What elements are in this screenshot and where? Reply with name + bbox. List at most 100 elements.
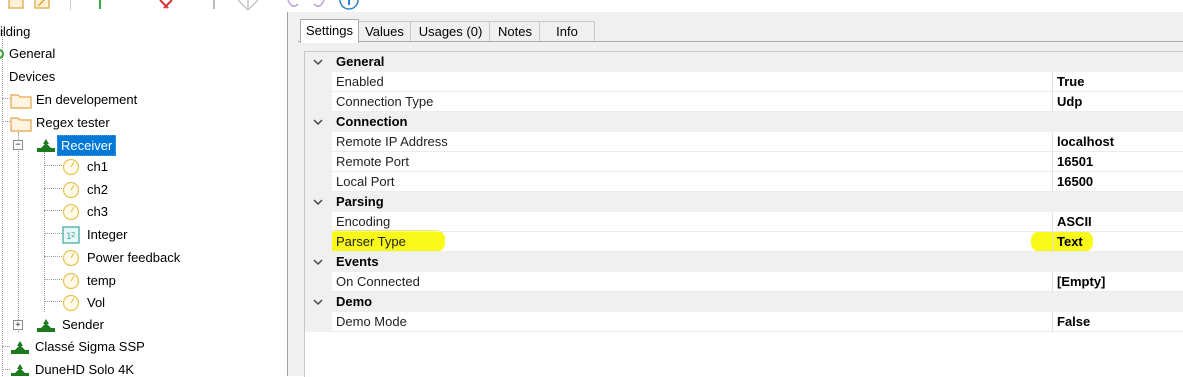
tree-item-power-feedback[interactable]: Power feedback xyxy=(0,248,220,268)
device-tree[interactable]: ilding General Devices En developement R… xyxy=(0,12,287,376)
column-divider xyxy=(1052,212,1053,232)
svg-text:2: 2 xyxy=(71,231,75,239)
redo-icon[interactable] xyxy=(312,0,328,10)
tree-item-vol[interactable]: Vol xyxy=(0,293,200,313)
property-name: Enabled xyxy=(336,74,384,89)
column-divider xyxy=(1052,172,1053,192)
tree-item-label: Vol xyxy=(87,295,106,310)
tree-item-label: ch2 xyxy=(87,182,108,197)
property-value[interactable]: [Empty] xyxy=(1057,272,1105,292)
tree-item-temp[interactable]: temp xyxy=(0,271,200,291)
category-label: Demo xyxy=(336,294,373,309)
chevron-down-icon[interactable] xyxy=(311,253,325,271)
chevron-down-icon[interactable] xyxy=(311,113,325,131)
tree-item-en-developement[interactable]: En developement xyxy=(0,90,200,110)
property-row-encoding[interactable]: Encoding ASCII xyxy=(305,212,1183,232)
device-icon xyxy=(11,364,29,376)
tab-settings[interactable]: Settings xyxy=(300,19,359,43)
move-icon[interactable] xyxy=(206,0,222,10)
property-name: Demo Mode xyxy=(336,314,407,329)
category-general[interactable]: General xyxy=(305,52,1183,72)
tree-item-dunehd-solo-4k[interactable]: DuneHD Solo 4K xyxy=(0,360,220,376)
category-label: Parsing xyxy=(336,194,384,209)
row-gutter xyxy=(305,272,332,292)
properties-panel: Settings Values Usages (0) Notes Info Ge… xyxy=(298,12,1183,377)
tab-notes[interactable]: Notes xyxy=(489,21,541,42)
property-row-parser-type[interactable]: Parser Type Text xyxy=(305,232,1183,252)
category-demo[interactable]: Demo xyxy=(305,292,1183,312)
tree-item-label: ch1 xyxy=(87,159,108,174)
tree-item-receiver[interactable]: − Receiver xyxy=(0,135,200,156)
property-row-on-connected[interactable]: On Connected [Empty] xyxy=(305,272,1183,292)
property-value[interactable]: localhost xyxy=(1057,132,1114,152)
tree-item-classe-sigma-ssp[interactable]: Classé Sigma SSP xyxy=(0,337,220,357)
category-events[interactable]: Events xyxy=(305,252,1183,272)
property-row-remote-ip-address[interactable]: Remote IP Address localhost xyxy=(305,132,1183,152)
column-divider xyxy=(1052,272,1053,292)
column-divider xyxy=(1052,312,1053,332)
category-parsing[interactable]: Parsing xyxy=(305,192,1183,212)
row-gutter xyxy=(305,92,332,112)
property-value[interactable]: 16500 xyxy=(1057,172,1093,192)
property-row-demo-mode[interactable]: Demo Mode False xyxy=(305,312,1183,332)
info-icon[interactable] xyxy=(338,0,360,12)
property-value[interactable]: Text xyxy=(1057,232,1083,252)
tree-item-ch3[interactable]: ch3 xyxy=(0,202,200,222)
separator-icon xyxy=(70,0,71,10)
tab-underline xyxy=(298,41,1183,42)
channel-icon xyxy=(62,158,80,176)
tab-usages[interactable]: Usages (0) xyxy=(410,21,491,42)
channel-icon xyxy=(62,203,80,221)
property-row-connection-type[interactable]: Connection Type Udp xyxy=(305,92,1183,112)
tab-label: Settings xyxy=(306,23,353,38)
category-label: Connection xyxy=(336,114,408,129)
tree-item-ch2[interactable]: ch2 xyxy=(0,180,200,200)
property-value[interactable]: True xyxy=(1057,72,1084,92)
chevron-down-icon[interactable] xyxy=(311,53,325,71)
device-icon xyxy=(11,341,29,354)
expand-toggle[interactable]: + xyxy=(13,320,23,330)
property-row-remote-port[interactable]: Remote Port 16501 xyxy=(305,152,1183,172)
tab-label: Info xyxy=(556,24,578,39)
toolbar xyxy=(0,0,400,12)
channel-icon xyxy=(62,249,80,267)
diamond-icon[interactable] xyxy=(234,0,264,10)
tree-item-label: Devices xyxy=(9,69,56,84)
panel-splitter[interactable] xyxy=(288,12,298,376)
new-icon[interactable] xyxy=(8,0,26,10)
tab-label: Usages (0) xyxy=(418,24,483,39)
tree-item-integer[interactable]: 1 2 Integer xyxy=(0,225,200,245)
tree-item-devices[interactable]: Devices xyxy=(0,67,120,87)
property-value[interactable]: Udp xyxy=(1057,92,1082,112)
property-name: Encoding xyxy=(336,214,391,229)
collapse-toggle[interactable]: − xyxy=(13,140,23,150)
tree-item-label: Regex tester xyxy=(36,115,110,130)
delete-icon[interactable] xyxy=(158,0,174,10)
integer-icon: 1 2 xyxy=(62,226,80,244)
property-row-enabled[interactable]: Enabled True xyxy=(305,72,1183,92)
tree-item-label: Receiver xyxy=(57,135,117,156)
tree-item-general[interactable]: General xyxy=(0,44,120,64)
tree-item-sender[interactable]: + Sender xyxy=(0,315,200,335)
property-value[interactable]: ASCII xyxy=(1057,212,1092,232)
category-connection[interactable]: Connection xyxy=(305,112,1183,132)
property-value[interactable]: False xyxy=(1057,312,1090,332)
chevron-down-icon[interactable] xyxy=(311,193,325,211)
tab-info[interactable]: Info xyxy=(539,21,595,42)
chevron-down-icon[interactable] xyxy=(311,293,325,311)
tree-root[interactable]: ilding xyxy=(0,22,100,42)
add-icon[interactable] xyxy=(92,0,108,10)
row-gutter xyxy=(305,132,332,152)
edit-icon[interactable] xyxy=(34,0,52,10)
tree-item-ch1[interactable]: ch1 xyxy=(0,157,200,177)
tab-values[interactable]: Values xyxy=(357,21,412,42)
channel-icon xyxy=(62,181,80,199)
property-row-local-port[interactable]: Local Port 16500 xyxy=(305,172,1183,192)
undo-icon[interactable] xyxy=(284,0,300,10)
row-gutter xyxy=(305,312,332,332)
row-gutter xyxy=(305,232,332,252)
property-value[interactable]: 16501 xyxy=(1057,152,1093,172)
tree-item-label: En developement xyxy=(36,92,138,107)
property-grid[interactable]: General Enabled True Connection Type Udp… xyxy=(304,51,1183,377)
tree-item-regex-tester[interactable]: Regex tester xyxy=(0,113,200,133)
